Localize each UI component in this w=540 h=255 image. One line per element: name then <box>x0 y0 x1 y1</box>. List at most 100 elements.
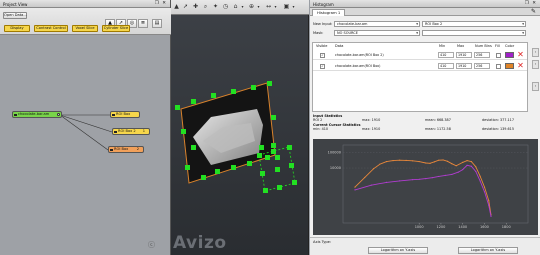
chevron-down-icon[interactable]: ▾ <box>290 3 297 11</box>
log-y-axis-button-2[interactable]: Logarithm on Y-axis <box>458 247 518 254</box>
fill-checkbox[interactable] <box>496 63 501 69</box>
open-data-button[interactable]: Open Data... <box>3 12 27 19</box>
measure-icon[interactable]: ◷ <box>222 3 229 11</box>
histogram-titlebar: Histogram ❐ ✕ <box>310 0 540 8</box>
data-point <box>354 189 356 191</box>
data-point <box>372 168 375 170</box>
node-label: ROI Box <box>116 112 131 116</box>
node-toggle-icon[interactable] <box>114 130 117 133</box>
port-number: 2 <box>136 147 139 151</box>
side-button-more[interactable]: › <box>532 82 539 91</box>
data-point <box>451 173 453 176</box>
arrows-icon[interactable]: ↔ <box>265 3 272 11</box>
mask-value: NO SOURCE <box>337 31 358 35</box>
tab-histogram-1[interactable]: Histogram 1 <box>312 9 346 16</box>
num-bins-field[interactable]: 256 <box>474 63 490 69</box>
window-controls[interactable]: ❐ ✕ <box>525 1 537 6</box>
num-bins-field[interactable]: 256 <box>474 52 490 58</box>
data-point <box>425 162 427 164</box>
col-min: Min <box>439 44 446 48</box>
chevron-down-icon: ▾ <box>522 31 524 35</box>
visible-checkbox[interactable]: ✓ <box>320 52 325 58</box>
layout-icon[interactable]: ▣ <box>283 3 290 11</box>
filter-contrast-control-button[interactable]: Contrast Control <box>34 25 68 32</box>
color-swatch[interactable] <box>505 52 514 58</box>
histogram-chart[interactable]: 100000 10000 1000 1200 1400 1600 1800 <box>313 139 538 235</box>
input-mean: mean: 668.387 <box>425 118 451 122</box>
filter-voxel-slice-button[interactable]: Voxel Slice <box>72 25 98 32</box>
col-max: Max <box>457 44 465 48</box>
new-input-value: chocolate-bar.am <box>337 22 368 26</box>
viewer-toolbar: ▲ ➚ ✚ ⌕ ✦ ◷ ⌂ ▾ ⊕ ▾ ↔ ▾ ▣ ▾ <box>171 0 309 15</box>
volume-rendering[interactable] <box>171 15 309 255</box>
pointer-icon[interactable]: ➚ <box>182 3 189 11</box>
node-toggle-icon[interactable] <box>112 113 115 116</box>
visible-checkbox[interactable]: ✓ <box>320 63 325 69</box>
pan-icon[interactable]: ✚ <box>192 3 199 11</box>
data-point <box>429 162 431 164</box>
max-field[interactable]: 1910 <box>456 52 472 58</box>
max-field[interactable]: 1910 <box>456 63 472 69</box>
x-tick-label: 1600 <box>480 225 489 229</box>
chevron-down-icon[interactable]: ▾ <box>255 3 262 11</box>
viewer-3d[interactable]: ▲ ➚ ✚ ⌕ ✦ ◷ ⌂ ▾ ⊕ ▾ ↔ ▾ ▣ ▾ Avizo <box>171 0 309 255</box>
edit-icon[interactable]: ✎ <box>531 8 536 15</box>
data-point <box>488 200 490 202</box>
mask-select[interactable]: NO SOURCE ▾ <box>334 30 420 36</box>
chevron-down-icon[interactable]: ▾ <box>272 3 279 11</box>
port-icon[interactable] <box>57 113 60 116</box>
zoom-icon[interactable]: ⌕ <box>202 3 209 11</box>
col-visible: Visible <box>316 44 328 48</box>
histogram-plot[interactable]: 100000 10000 1000 1200 1400 1600 1800 <box>313 139 538 235</box>
x-tick-label: 1800 <box>502 225 511 229</box>
data-point <box>462 168 464 171</box>
window-controls[interactable]: ❐ ✕ <box>155 1 167 6</box>
data-point <box>431 177 433 179</box>
side-button-left[interactable]: ‹ <box>532 48 539 57</box>
chevron-down-icon[interactable]: ▾ <box>239 3 246 11</box>
min-field[interactable]: 410 <box>438 63 454 69</box>
table-row[interactable]: ✓ chocolate-bar.am(ROI Box 2) 410 1910 2… <box>313 50 527 60</box>
delete-icon[interactable]: ✕ <box>517 50 524 60</box>
fill-checkbox[interactable] <box>496 52 501 58</box>
filter-cylinder-slice-button[interactable]: Cylinder Slice <box>102 25 130 32</box>
data-point <box>418 178 420 180</box>
delete-icon[interactable]: ✕ <box>517 61 524 71</box>
data-point <box>418 160 420 163</box>
histogram-panel: Histogram ❐ ✕ Histogram 1 ✎ New Input: c… <box>310 0 540 255</box>
node-roi-box-b[interactable]: ROI Box 2 <box>108 146 144 153</box>
side-button-right[interactable]: › <box>532 60 539 69</box>
node-roi-box[interactable]: ROI Box <box>110 111 140 118</box>
data-point <box>455 165 457 167</box>
node-toggle-icon[interactable] <box>110 148 113 151</box>
data-point <box>483 186 486 188</box>
node-roi-box-2[interactable]: ROI Box 2 1 <box>112 128 150 135</box>
port-number: 1 <box>142 129 145 133</box>
data-name-cell: chocolate-bar.am(ROI Box 2) <box>335 53 384 57</box>
data-point <box>444 174 446 176</box>
table-row[interactable]: ✓ chocolate-bar.am(ROI Box) 410 1910 256… <box>313 61 527 71</box>
panel-view-icon[interactable]: ▤ <box>152 19 162 28</box>
data-point <box>412 179 414 181</box>
cursor-max: max: 1910 <box>362 127 381 131</box>
log-y-axis-button[interactable]: Logarithm on Y-axis <box>368 247 428 254</box>
tree-view-icon[interactable]: ≣ <box>138 19 148 28</box>
mask-roi-select[interactable]: ▾ <box>422 30 526 36</box>
data-point <box>385 160 388 163</box>
node-toggle-icon[interactable] <box>14 113 17 116</box>
rotate-icon[interactable]: ✦ <box>212 3 219 11</box>
data-point <box>490 215 492 217</box>
node-chocolate-bar[interactable]: chocolate-bar.am <box>12 111 62 118</box>
min-field[interactable]: 410 <box>438 52 454 58</box>
color-swatch[interactable] <box>505 63 514 69</box>
data-point <box>354 186 356 188</box>
filter-display-button[interactable]: Display <box>4 25 30 32</box>
data-point <box>438 159 440 161</box>
help-icon[interactable]: ⓒ <box>148 240 155 250</box>
arrow-select-icon[interactable]: ▲ <box>173 3 180 11</box>
new-input-select[interactable]: chocolate-bar.am ▾ <box>334 21 420 27</box>
roi-select[interactable]: ROI Box 2 ▾ <box>422 21 526 27</box>
axis-type-bar: Axis Type: Logarithm on Y-axis Logarithm… <box>310 237 540 255</box>
target-icon[interactable]: ⊕ <box>248 3 255 11</box>
home-icon[interactable]: ⌂ <box>232 3 239 11</box>
